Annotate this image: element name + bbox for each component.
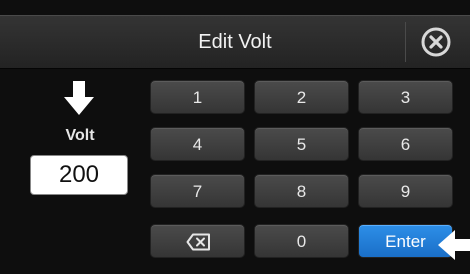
- arrow-down-icon: [64, 81, 94, 115]
- value-column: Volt 200: [0, 67, 140, 274]
- key-4[interactable]: 4: [150, 127, 245, 161]
- key-8[interactable]: 8: [254, 174, 349, 208]
- key-6[interactable]: 6: [358, 127, 453, 161]
- volt-value-field[interactable]: 200: [30, 155, 128, 195]
- volt-label: Volt: [65, 127, 95, 144]
- title-bar: Edit Volt: [0, 15, 470, 69]
- key-0[interactable]: 0: [254, 224, 349, 258]
- backspace-key[interactable]: [150, 224, 245, 258]
- title-divider: [405, 22, 406, 62]
- close-button[interactable]: [420, 26, 452, 58]
- close-circle-icon: [421, 27, 451, 57]
- key-9[interactable]: 9: [358, 174, 453, 208]
- dialog-title: Edit Volt: [198, 31, 272, 53]
- key-5[interactable]: 5: [254, 127, 349, 161]
- key-2[interactable]: 2: [254, 80, 349, 114]
- key-7[interactable]: 7: [150, 174, 245, 208]
- key-3[interactable]: 3: [358, 80, 453, 114]
- arrow-left-icon: [438, 230, 470, 260]
- edit-volt-dialog: Edit Volt Volt 200 1 2 3 4 5 6 7 8 9 0 E…: [0, 0, 470, 274]
- backspace-icon: [186, 233, 210, 251]
- key-1[interactable]: 1: [150, 80, 245, 114]
